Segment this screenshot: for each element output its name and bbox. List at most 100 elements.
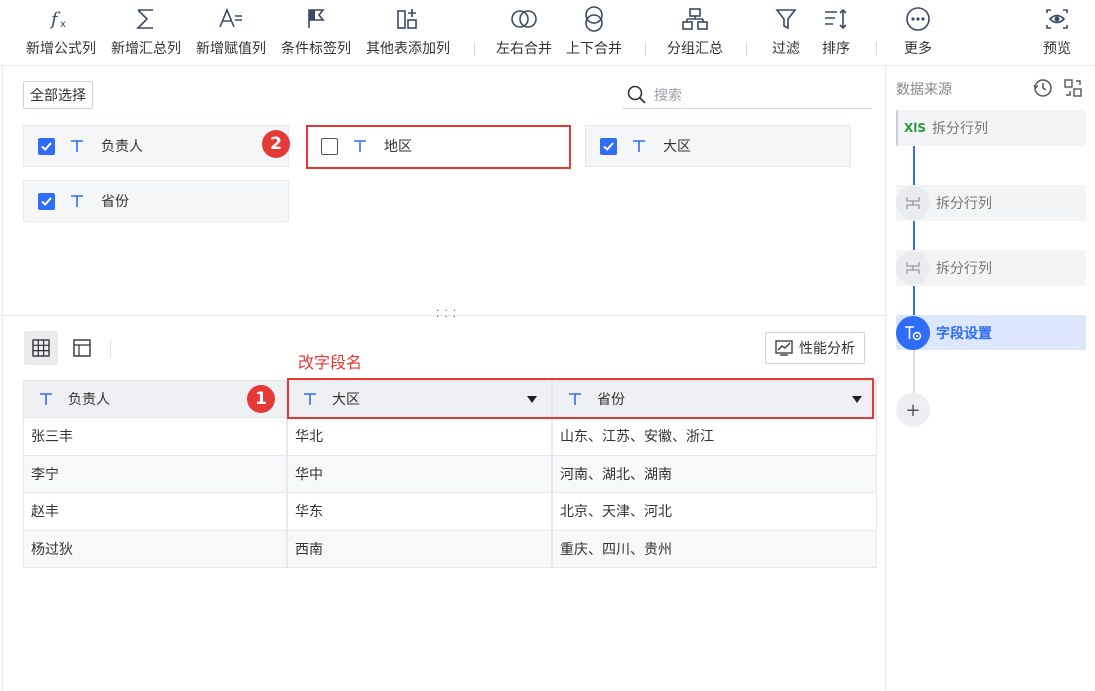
text-type-icon [631, 139, 647, 153]
toolbar-divider [746, 42, 747, 56]
add-column-from-other-table-button[interactable]: 其他表添加列 [362, 0, 454, 66]
annotation-rename-note: 改字段名 [298, 353, 363, 372]
switch-icon[interactable] [1062, 77, 1084, 99]
merge-lr-icon [510, 0, 538, 38]
condition-tag-column-button[interactable]: 条件标签列 [277, 0, 355, 66]
more-button[interactable]: 更多 [898, 0, 938, 66]
table-cell: 华东 [287, 493, 552, 531]
flow-step-split-1[interactable]: 拆分行列 [896, 185, 1086, 221]
add-step-button[interactable]: + [896, 393, 930, 427]
sort-icon [823, 0, 849, 38]
layout-view-button[interactable] [65, 331, 99, 365]
data-flow-panel [885, 66, 1095, 691]
table-row: 赵丰 华东 北京、天津、河北 [23, 493, 877, 531]
flow-step-source[interactable]: XlS 拆分行列 [896, 110, 1086, 146]
add-formula-column-button[interactable]: fx 新增公式列 [22, 0, 100, 66]
plus-icon: + [905, 399, 921, 421]
table-cell: 山东、江苏、安徽、浙江 [552, 418, 877, 456]
toolbar-divider [474, 42, 475, 56]
grid-icon [32, 339, 50, 357]
select-all-button[interactable]: 全部选择 [23, 81, 93, 109]
group-icon [682, 0, 708, 38]
chart-icon [775, 340, 793, 356]
table-cell: 北京、天津、河北 [552, 493, 877, 531]
field-card-fuzeren[interactable]: 负责人 [23, 125, 289, 167]
toolbar-label: 新增赋值列 [196, 41, 266, 57]
annotation-box-headers [287, 378, 874, 419]
flow-step-label: 拆分行列 [936, 196, 992, 212]
field-name: 负责人 [101, 139, 143, 155]
toolbar-label: 其他表添加列 [366, 41, 450, 57]
split-icon [896, 186, 930, 220]
annotation-badge-1: 1 [247, 385, 275, 413]
more-icon [905, 0, 931, 38]
field-card-shengfen[interactable]: 省份 [23, 180, 289, 222]
table-cell: 华中 [287, 455, 552, 493]
flow-step-field-settings[interactable]: 字段设置 [896, 315, 1086, 350]
toolbar-label: 新增汇总列 [111, 41, 181, 57]
sigma-icon [135, 0, 157, 38]
formula-icon: fx [49, 0, 73, 38]
table-cell: 河南、湖北、湖南 [552, 455, 877, 493]
table-row: 李宁 华中 河南、湖北、湖南 [23, 455, 877, 493]
flow-connector [913, 221, 915, 251]
grid-view-button[interactable] [24, 331, 58, 365]
add-summary-column-button[interactable]: 新增汇总列 [107, 0, 185, 66]
field-checkbox[interactable] [600, 137, 617, 155]
search-input[interactable]: 搜索 [654, 85, 682, 105]
toolbar-divider [876, 42, 877, 56]
table-row: 张三丰 华北 山东、江苏、安徽、浙江 [23, 418, 877, 456]
flow-connector [913, 286, 915, 316]
drag-handle-icon[interactable]: · · · · · · [436, 307, 457, 323]
table-cell: 李宁 [23, 455, 287, 493]
split-icon [896, 251, 930, 285]
field-settings-icon [896, 315, 930, 350]
performance-analysis-button[interactable]: 性能分析 [765, 332, 865, 364]
text-type-icon [38, 392, 54, 406]
field-search[interactable]: 搜索 [622, 81, 872, 109]
flow-connector [913, 350, 915, 394]
toolbar-label: 左右合并 [496, 41, 552, 57]
table-cell: 杨过狄 [23, 530, 287, 568]
flow-step-split-2[interactable]: 拆分行列 [896, 250, 1086, 286]
toolbar-label: 条件标签列 [281, 41, 351, 57]
flow-step-label: 字段设置 [936, 325, 992, 342]
annotation-badge-2: 2 [262, 130, 290, 158]
text-type-icon [69, 194, 85, 208]
preview-icon [1044, 0, 1070, 38]
text-type-icon [69, 139, 85, 153]
table-row: 杨过狄 西南 重庆、四川、贵州 [23, 530, 877, 568]
flag-icon [305, 0, 327, 38]
search-icon [627, 85, 646, 104]
xls-icon: XlS [904, 121, 927, 135]
history-icon[interactable] [1032, 77, 1054, 99]
field-checkbox[interactable] [38, 192, 55, 210]
table-cell: 赵丰 [23, 493, 287, 531]
table-cell: 重庆、四川、贵州 [552, 530, 877, 568]
group-summary-button[interactable]: 分组汇总 [663, 0, 727, 66]
sort-button[interactable]: 排序 [816, 0, 856, 66]
merge-top-bottom-button[interactable]: 上下合并 [562, 0, 626, 66]
flow-connector [913, 146, 915, 186]
filter-icon [775, 0, 797, 38]
field-checkbox[interactable] [38, 137, 55, 155]
filter-button[interactable]: 过滤 [766, 0, 806, 66]
toolbar-label: 上下合并 [566, 41, 622, 57]
annotation-box-diqu [306, 125, 571, 169]
data-source-title: 数据来源 [896, 82, 952, 98]
flow-step-label: 拆分行列 [936, 261, 992, 277]
flow-step-label: 拆分行列 [932, 121, 989, 137]
toolbar-label: 过滤 [772, 41, 800, 57]
toolbar-divider [645, 42, 646, 56]
preview-button[interactable]: 预览 [1036, 0, 1078, 66]
table-cell: 西南 [287, 530, 552, 568]
field-name: 大区 [663, 139, 691, 155]
assign-icon [218, 0, 244, 38]
svg-text:x: x [60, 19, 66, 30]
merge-tb-icon [582, 0, 606, 38]
column-name: 负责人 [68, 392, 110, 408]
field-card-daqu[interactable]: 大区 [585, 125, 851, 167]
merge-left-right-button[interactable]: 左右合并 [492, 0, 556, 66]
toolbar-label: 排序 [822, 41, 850, 57]
add-assign-column-button[interactable]: 新增赋值列 [192, 0, 270, 66]
